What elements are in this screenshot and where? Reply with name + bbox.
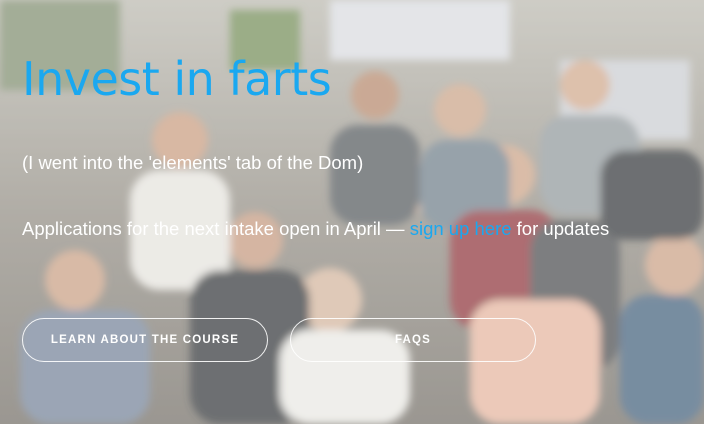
hero-content: Invest in farts (I went into the 'elemen… xyxy=(22,0,682,424)
learn-about-course-button[interactable]: LEARN ABOUT THE COURSE xyxy=(22,318,268,362)
hero-subtitle: (I went into the 'elements' tab of the D… xyxy=(22,152,364,173)
sign-up-link[interactable]: sign up here xyxy=(410,218,512,239)
applications-text-prefix: Applications for the next intake open in… xyxy=(22,218,410,239)
applications-text-suffix: for updates xyxy=(511,218,610,239)
applications-notice: Applications for the next intake open in… xyxy=(22,218,609,240)
faqs-button[interactable]: FAQS xyxy=(290,318,536,362)
page-title: Invest in farts xyxy=(22,52,332,106)
hero-section: Invest in farts (I went into the 'elemen… xyxy=(0,0,704,424)
